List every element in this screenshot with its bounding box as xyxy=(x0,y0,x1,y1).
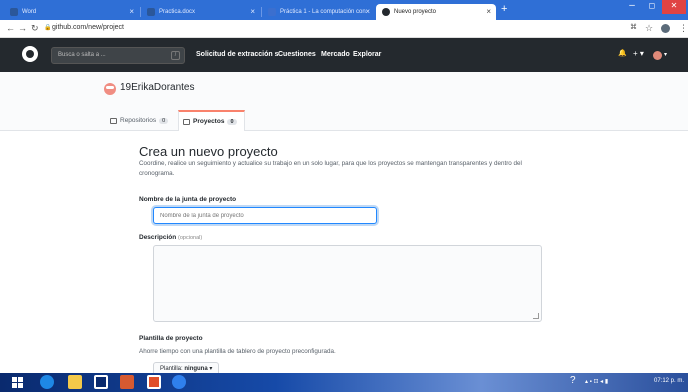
project-name-label: Nombre de la junta de proyecto xyxy=(139,196,237,203)
description-label: Descripción (opcional) xyxy=(139,234,202,241)
file-explorer-icon[interactable] xyxy=(68,375,82,389)
lock-icon: 🔒 xyxy=(44,25,52,31)
optional-hint: (opcional) xyxy=(178,235,203,241)
nav-issues[interactable]: Cuestiones xyxy=(278,51,316,58)
profile-avatar-icon[interactable] xyxy=(661,24,670,33)
browser-tab-practica-docx[interactable]: Practica.docx × xyxy=(141,4,260,20)
document-icon xyxy=(268,8,276,16)
media-icon[interactable] xyxy=(120,375,134,389)
close-window-button[interactable]: ✕ xyxy=(662,0,686,14)
template-description: Ahorre tiempo con una plantilla de table… xyxy=(139,348,336,355)
template-value: ninguna xyxy=(184,366,208,372)
minimize-button[interactable]: – xyxy=(622,0,642,14)
windows-taskbar: ? ▴ ▪ ⊡ ◂ ▮ 07:12 p. m. xyxy=(0,373,688,392)
back-arrow-icon[interactable]: ← xyxy=(6,23,15,33)
help-icon[interactable]: ? xyxy=(570,375,576,386)
tab-label: Repositorios xyxy=(120,117,157,124)
close-icon[interactable]: × xyxy=(129,7,134,16)
github-icon xyxy=(382,8,390,16)
screen: Word × Practica.docx × Práctica 1 - La c… xyxy=(0,0,688,392)
browser-tab-strip: Word × Practica.docx × Práctica 1 - La c… xyxy=(0,0,688,20)
page-description: Coordine, realice un seguimiento y actua… xyxy=(139,160,522,177)
github-logo-icon[interactable] xyxy=(22,46,38,62)
search-placeholder: Busca o salta a ... xyxy=(58,52,106,58)
word-icon xyxy=(10,8,18,16)
browser-tab-nuevo-proyecto[interactable]: Nuevo proyecto × xyxy=(376,4,496,20)
close-icon[interactable]: × xyxy=(250,7,255,16)
chevron-down-icon[interactable]: ▾ xyxy=(664,51,667,58)
forward-arrow-icon[interactable]: → xyxy=(18,23,27,33)
template-prefix: Plantilla: xyxy=(160,366,183,372)
username[interactable]: 19ErikaDorantes xyxy=(120,82,194,93)
tab-label: Proyectos xyxy=(193,118,225,125)
nav-marketplace[interactable]: Mercado xyxy=(321,51,350,58)
chevron-down-icon: ▾ xyxy=(209,366,213,372)
windows-start-icon[interactable] xyxy=(12,377,23,388)
counter-badge: 0 xyxy=(227,118,237,125)
profile-subhead: 19ErikaDorantes Repositorios 0 Proyectos… xyxy=(0,72,688,131)
close-icon[interactable]: × xyxy=(365,7,370,16)
template-label: Plantilla de proyecto xyxy=(139,335,203,342)
address-bar[interactable]: github.com/new/project xyxy=(52,24,124,31)
plus-dropdown-icon[interactable]: + ▾ xyxy=(633,49,644,58)
new-tab-button[interactable]: + xyxy=(501,3,507,15)
nav-pull-requests[interactable]: Solicitud de extracción s xyxy=(196,51,278,58)
translate-icon[interactable]: ⌘ xyxy=(630,23,637,31)
tab-label: Practica.docx xyxy=(159,9,196,15)
slash-shortcut-icon: / xyxy=(171,51,180,60)
tab-label: Práctica 1 - La computación con xyxy=(280,9,366,15)
description-label-text: Descripción xyxy=(139,234,177,241)
repo-icon xyxy=(110,117,117,124)
new-project-form: Crea un nuevo proyecto Coordine, realice… xyxy=(0,131,688,376)
kebab-menu-icon[interactable]: ⋮ xyxy=(679,23,688,34)
avatar[interactable] xyxy=(104,83,116,95)
chrome-icon[interactable] xyxy=(172,375,186,389)
internet-explorer-icon[interactable] xyxy=(40,375,54,389)
store-icon[interactable] xyxy=(94,375,108,389)
nav-explore[interactable]: Explorar xyxy=(353,51,381,58)
reload-icon[interactable]: ↻ xyxy=(31,23,39,34)
star-icon[interactable]: ☆ xyxy=(645,23,653,34)
office-icon[interactable] xyxy=(147,375,161,389)
tab-repositorios[interactable]: Repositorios 0 xyxy=(106,110,172,131)
avatar[interactable] xyxy=(653,51,662,60)
page-title: Crea un nuevo proyecto xyxy=(139,144,278,159)
description-textarea[interactable] xyxy=(153,245,542,322)
browser-tab-word[interactable]: Word × xyxy=(4,4,139,20)
browser-toolbar: ← → ↻ 🔒 github.com/new/project ⌘ ☆ ⋮ xyxy=(0,20,688,38)
github-header: Busca o salta a ... / Solicitud de extra… xyxy=(0,38,688,72)
clock[interactable]: 07:12 p. m. xyxy=(654,378,684,384)
word-icon xyxy=(147,8,155,16)
bell-icon[interactable]: 🔔 xyxy=(618,49,627,57)
counter-badge: 0 xyxy=(159,117,169,124)
project-name-input[interactable] xyxy=(153,207,377,224)
maximize-button[interactable]: ◻ xyxy=(642,0,662,14)
tray-icons[interactable]: ▴ ▪ ⊡ ◂ ▮ xyxy=(585,378,608,385)
close-icon[interactable]: × xyxy=(486,7,491,16)
search-input[interactable]: Busca o salta a ... / xyxy=(51,47,185,64)
browser-tab-practica-1[interactable]: Práctica 1 - La computación con × xyxy=(262,4,375,20)
tab-label: Word xyxy=(22,9,37,15)
project-icon xyxy=(183,118,190,125)
tab-label: Nuevo proyecto xyxy=(394,9,437,15)
tab-proyectos[interactable]: Proyectos 0 xyxy=(178,110,245,131)
